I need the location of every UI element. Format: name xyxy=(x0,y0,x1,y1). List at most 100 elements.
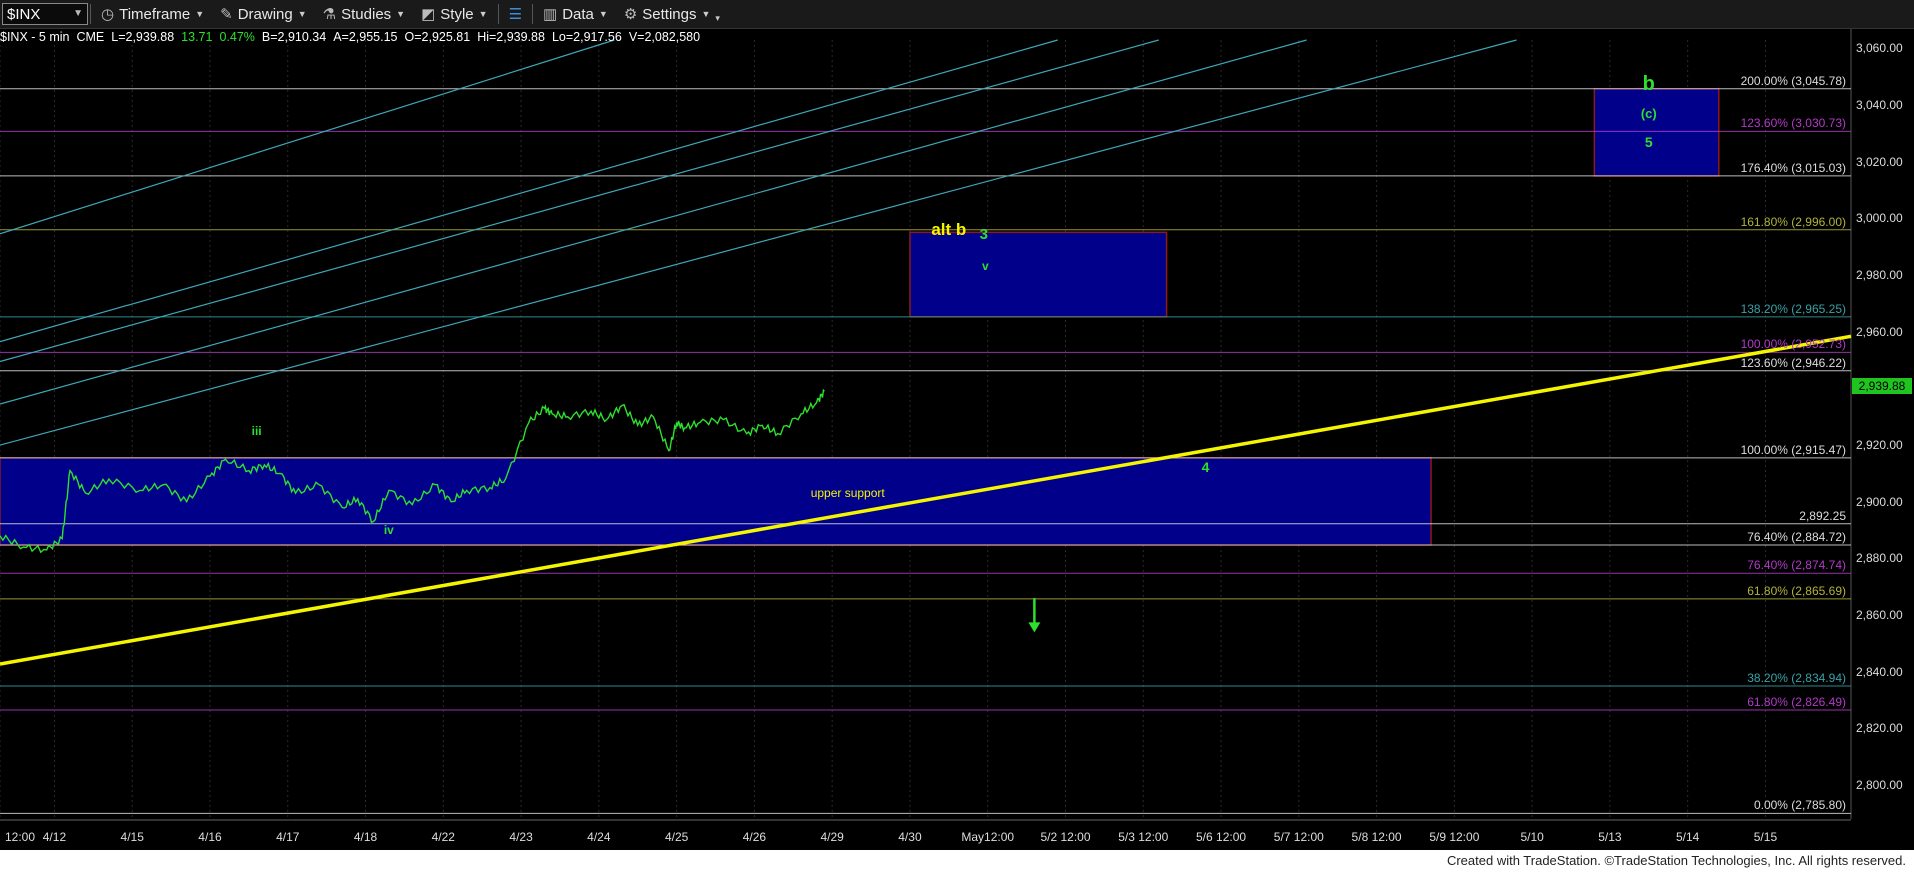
x-tick-label: 4/12 xyxy=(42,830,67,844)
wave-label: iii xyxy=(251,423,262,438)
symbol-input[interactable]: $INX ▼ xyxy=(2,3,88,25)
fib-label: 138.20% (2,965.25) xyxy=(1740,301,1846,316)
window-link-icon: ☰ xyxy=(508,5,523,23)
x-tick-label: 4/18 xyxy=(353,830,378,844)
x-tick-label: 5/6 12:00 xyxy=(1196,830,1247,844)
y-tick-label: 2,860.00 xyxy=(1856,608,1903,623)
y-tick-label: 3,060.00 xyxy=(1856,41,1903,56)
channel-line xyxy=(0,39,1058,343)
style-icon: ◩ xyxy=(421,5,436,23)
y-tick-label: 2,800.00 xyxy=(1856,778,1903,792)
data-menu[interactable]: ▥ Data ▼ xyxy=(535,0,616,28)
x-tick-label: 5/9 12:00 xyxy=(1429,830,1480,844)
x-tick-label: 4/25 xyxy=(664,830,689,844)
y-tick-label: 2,880.00 xyxy=(1856,551,1903,566)
copyright-text: Created with TradeStation. ©TradeStation… xyxy=(1446,853,1906,868)
x-tick-label: 5/2 12:00 xyxy=(1040,830,1091,844)
window-link-button[interactable]: ☰ xyxy=(501,0,530,28)
settings-menu[interactable]: ⚙ Settings ▼ ▾ xyxy=(616,0,728,28)
chevron-down-icon: ▼ xyxy=(297,9,307,19)
status-bid: B=2,910.34 xyxy=(261,30,327,44)
symbol-text: $INX xyxy=(7,5,41,23)
x-tick-label: 5/8 12:00 xyxy=(1351,830,1402,844)
settings-label: Settings xyxy=(642,5,697,23)
studies-menu[interactable]: ⚗ Studies ▼ xyxy=(315,0,413,28)
status-pct: 0.47% xyxy=(219,30,255,44)
y-tick-label: 2,980.00 xyxy=(1856,268,1903,283)
target-box xyxy=(909,231,1168,318)
chevron-down-icon: ▼ xyxy=(396,9,406,19)
x-tick-label: 4/16 xyxy=(198,830,222,844)
style-menu[interactable]: ◩ Style ▼ xyxy=(413,0,495,28)
status-exchange: CME xyxy=(76,30,105,44)
x-tick-label: 5/3 12:00 xyxy=(1118,830,1169,844)
gear-icon: ⚙ xyxy=(623,5,638,23)
x-tick-label: May12:00 xyxy=(961,830,1015,844)
flask-icon: ⚗ xyxy=(322,5,337,23)
x-tick-label: 4/26 xyxy=(742,830,767,844)
chevron-down-small-icon: ▾ xyxy=(715,12,720,23)
y-tick-label: 2,960.00 xyxy=(1856,324,1903,339)
status-volume: V=2,082,580 xyxy=(628,30,701,44)
clock-icon: ◷ xyxy=(101,5,115,23)
timeframe-label: Timeframe xyxy=(119,5,191,23)
fib-label: 200.00% (3,045.78) xyxy=(1740,73,1846,88)
fib-label: 0.00% (2,785.80) xyxy=(1753,798,1846,813)
divider xyxy=(90,4,91,24)
wave-label: upper support xyxy=(810,486,885,501)
data-label: Data xyxy=(562,5,594,23)
chevron-down-icon: ▼ xyxy=(701,9,711,19)
y-tick-label: 2,920.00 xyxy=(1856,438,1903,453)
status-ask: A=2,955.15 xyxy=(333,30,398,44)
timeframe-menu[interactable]: ◷ Timeframe ▼ xyxy=(93,0,212,28)
target-box xyxy=(1593,87,1720,177)
status-open: O=2,925.81 xyxy=(404,30,471,44)
x-tick-label: 5/15 xyxy=(1753,830,1778,844)
wave-label: iv xyxy=(383,522,394,537)
x-tick-label: 4/30 xyxy=(898,830,922,844)
x-tick-label: 12:00 xyxy=(4,830,36,844)
x-tick-label: 4/29 xyxy=(820,830,844,844)
x-tick-label: 4/23 xyxy=(509,830,533,844)
fib-label: 38.20% (2,834.94) xyxy=(1747,671,1846,686)
wave-label: 5 xyxy=(1644,133,1653,150)
channel-line xyxy=(0,39,615,235)
y-tick-label: 3,020.00 xyxy=(1856,154,1903,169)
channel-line xyxy=(0,39,1307,405)
footer: Created with TradeStation. ©TradeStation… xyxy=(0,850,1914,872)
wave-label: alt b xyxy=(931,219,967,239)
y-tick-label: 3,000.00 xyxy=(1856,211,1903,226)
y-tick-label: 2,900.00 xyxy=(1856,494,1903,509)
wave-label: b xyxy=(1642,73,1655,96)
fib-label: 100.00% (2,952.73) xyxy=(1740,337,1846,352)
fib-label: 2,892.25 xyxy=(1799,508,1846,523)
status-symbol: $INX - 5 min xyxy=(0,30,70,44)
status-change: 13.71 xyxy=(181,30,213,44)
status-last: L=2,939.88 xyxy=(111,30,175,44)
last-price-marker: 2,939.88 xyxy=(1852,378,1912,394)
fib-label: 100.00% (2,915.47) xyxy=(1740,442,1846,457)
drawing-menu[interactable]: ✎ Drawing ▼ xyxy=(212,0,315,28)
status-high: Hi=2,939.88 xyxy=(477,30,545,44)
channel-line xyxy=(0,39,1517,446)
x-tick-label: 5/13 xyxy=(1598,830,1622,844)
style-label: Style xyxy=(440,5,474,23)
toolbar: $INX ▼ ◷ Timeframe ▼ ✎ Drawing ▼ ⚗ Studi… xyxy=(0,0,1914,29)
wave-label: v xyxy=(982,259,989,274)
fib-label: 161.80% (2,996.00) xyxy=(1740,214,1846,229)
x-tick-label: 5/10 xyxy=(1520,830,1544,844)
x-tick-label: 4/24 xyxy=(587,830,611,844)
x-tick-label: 5/14 xyxy=(1675,830,1700,844)
price-chart[interactable] xyxy=(0,29,1914,850)
x-tick-label: 4/15 xyxy=(120,830,144,844)
status-line: $INX - 5 min CME L=2,939.88 13.71 0.47% B=2,9… xyxy=(0,30,707,44)
bar-chart-icon: ▥ xyxy=(543,5,558,23)
pencil-icon: ✎ xyxy=(220,5,233,23)
y-tick-label: 2,820.00 xyxy=(1856,721,1903,736)
x-tick-label: 5/7 12:00 xyxy=(1273,830,1324,844)
fib-label: 61.80% (2,865.69) xyxy=(1747,583,1846,598)
fib-label: 61.80% (2,826.49) xyxy=(1747,694,1846,709)
studies-label: Studies xyxy=(341,5,392,23)
chevron-down-icon: ▼ xyxy=(478,9,488,19)
fib-label: 123.60% (3,030.73) xyxy=(1740,116,1846,131)
